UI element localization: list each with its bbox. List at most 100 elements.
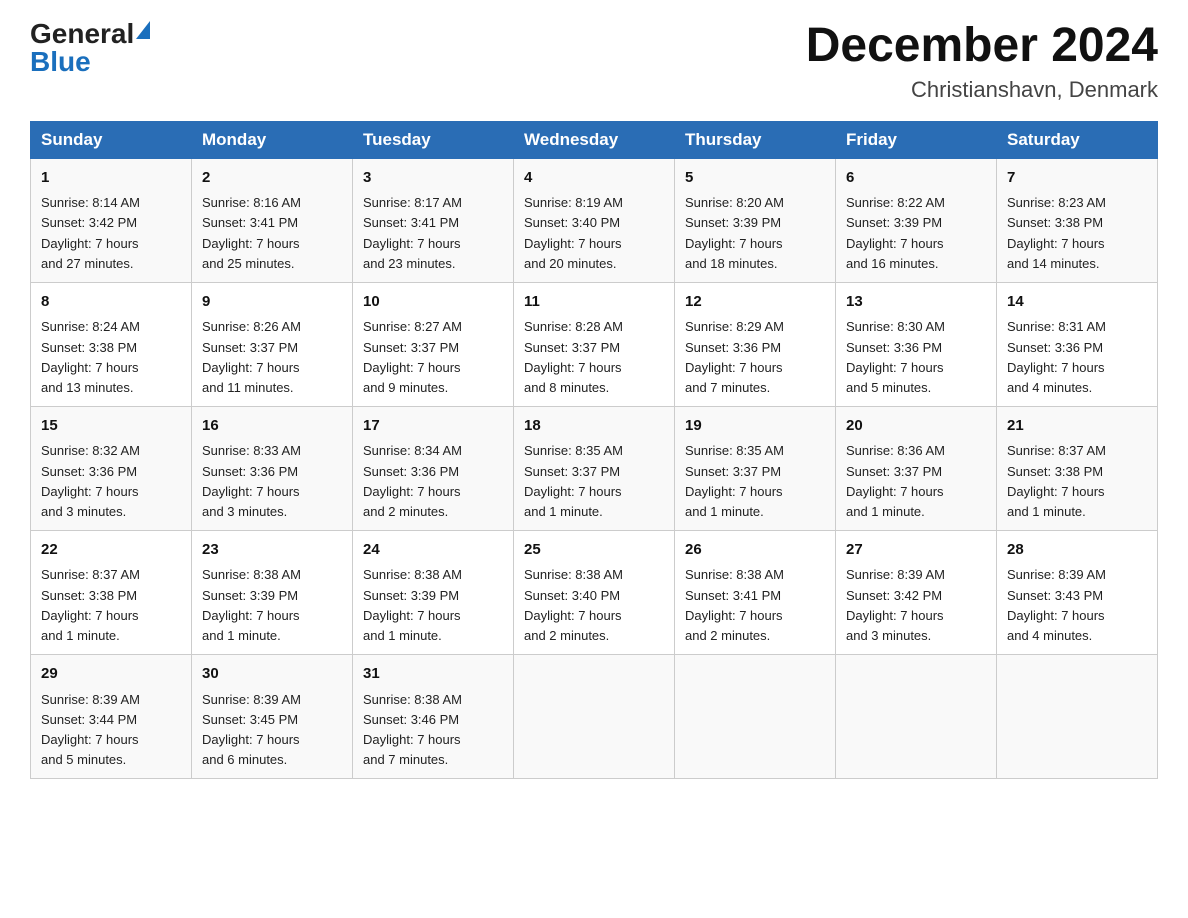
calendar-cell: 30Sunrise: 8:39 AMSunset: 3:45 PMDayligh…: [192, 655, 353, 779]
day-number: 10: [363, 291, 503, 314]
day-info: Sunrise: 8:31 AMSunset: 3:36 PMDaylight:…: [1007, 317, 1147, 398]
day-number: 17: [363, 415, 503, 438]
month-title: December 2024: [806, 20, 1158, 73]
calendar-cell: 25 Sunrise: 8:38 AMSunset: 3:40 PMDayligh…: [514, 530, 675, 654]
day-info: Sunrise: 8:38 AMSunset: 3:40 PMDaylight:…: [524, 565, 664, 646]
calendar-cell: 19 Sunrise: 8:35 AMSunset: 3:37 PMDayligh…: [675, 406, 836, 530]
day-info: Sunrise: 8:37 AMSunset: 3:38 PMDaylight:…: [1007, 441, 1147, 522]
calendar-week-row: 15Sunrise: 8:32 AMSunset: 3:36 PMDayligh…: [31, 406, 1158, 530]
day-info: Sunrise: 8:29 AMSunset: 3:36 PMDaylight:…: [685, 317, 825, 398]
day-number: 6: [846, 167, 986, 190]
day-info: Sunrise: 8:19 AMSunset: 3:40 PMDaylight:…: [524, 193, 664, 274]
calendar-cell: [836, 655, 997, 779]
day-number: 12: [685, 291, 825, 314]
day-info: Sunrise: 8:39 AMSunset: 3:44 PMDaylight:…: [41, 690, 181, 771]
calendar-cell: 10 Sunrise: 8:27 AMSunset: 3:37 PMDayligh…: [353, 282, 514, 406]
day-number: 19: [685, 415, 825, 438]
calendar-week-row: 8 Sunrise: 8:24 AMSunset: 3:38 PMDaylight…: [31, 282, 1158, 406]
calendar-cell: 26Sunrise: 8:38 AMSunset: 3:41 PMDayligh…: [675, 530, 836, 654]
day-number: 24: [363, 539, 503, 562]
calendar-header-thursday: Thursday: [675, 121, 836, 158]
calendar-cell: 9 Sunrise: 8:26 AMSunset: 3:37 PMDaylight…: [192, 282, 353, 406]
day-number: 1: [41, 167, 181, 190]
day-number: 2: [202, 167, 342, 190]
calendar-cell: 6Sunrise: 8:22 AMSunset: 3:39 PMDaylight…: [836, 158, 997, 282]
calendar-cell: 23Sunrise: 8:38 AMSunset: 3:39 PMDayligh…: [192, 530, 353, 654]
day-number: 16: [202, 415, 342, 438]
day-info: Sunrise: 8:39 AMSunset: 3:45 PMDaylight:…: [202, 690, 342, 771]
logo-general: General: [30, 20, 134, 48]
day-info: Sunrise: 8:24 AMSunset: 3:38 PMDaylight:…: [41, 317, 181, 398]
day-number: 21: [1007, 415, 1147, 438]
calendar-cell: 28 Sunrise: 8:39 AMSunset: 3:43 PMDayligh…: [997, 530, 1158, 654]
day-info: Sunrise: 8:36 AMSunset: 3:37 PMDaylight:…: [846, 441, 986, 522]
day-info: Sunrise: 8:16 AMSunset: 3:41 PMDaylight:…: [202, 193, 342, 274]
calendar-cell: 4 Sunrise: 8:19 AMSunset: 3:40 PMDaylight…: [514, 158, 675, 282]
calendar-cell: 31Sunrise: 8:38 AMSunset: 3:46 PMDayligh…: [353, 655, 514, 779]
calendar-header-saturday: Saturday: [997, 121, 1158, 158]
calendar-week-row: 29 Sunrise: 8:39 AMSunset: 3:44 PMDayligh…: [31, 655, 1158, 779]
calendar-cell: 27 Sunrise: 8:39 AMSunset: 3:42 PMDayligh…: [836, 530, 997, 654]
day-info: Sunrise: 8:26 AMSunset: 3:37 PMDaylight:…: [202, 317, 342, 398]
calendar-cell: [997, 655, 1158, 779]
day-number: 8: [41, 291, 181, 314]
day-info: Sunrise: 8:37 AMSunset: 3:38 PMDaylight:…: [41, 565, 181, 646]
day-number: 20: [846, 415, 986, 438]
calendar-cell: 5Sunrise: 8:20 AMSunset: 3:39 PMDaylight…: [675, 158, 836, 282]
calendar-cell: 3 Sunrise: 8:17 AMSunset: 3:41 PMDaylight…: [353, 158, 514, 282]
calendar-cell: 11 Sunrise: 8:28 AMSunset: 3:37 PMDayligh…: [514, 282, 675, 406]
logo: General Blue: [30, 20, 150, 76]
calendar-header-sunday: Sunday: [31, 121, 192, 158]
calendar-cell: 13Sunrise: 8:30 AMSunset: 3:36 PMDayligh…: [836, 282, 997, 406]
calendar-cell: 12 Sunrise: 8:29 AMSunset: 3:36 PMDayligh…: [675, 282, 836, 406]
day-number: 14: [1007, 291, 1147, 314]
calendar-header-tuesday: Tuesday: [353, 121, 514, 158]
day-info: Sunrise: 8:39 AMSunset: 3:42 PMDaylight:…: [846, 565, 986, 646]
day-number: 28: [1007, 539, 1147, 562]
title-block: December 2024 Christianshavn, Denmark: [806, 20, 1158, 103]
location-title: Christianshavn, Denmark: [806, 77, 1158, 103]
calendar-cell: 2 Sunrise: 8:16 AMSunset: 3:41 PMDaylight…: [192, 158, 353, 282]
calendar-week-row: 22Sunrise: 8:37 AMSunset: 3:38 PMDayligh…: [31, 530, 1158, 654]
day-number: 29: [41, 663, 181, 686]
logo-arrow-icon: [136, 21, 150, 39]
calendar-cell: 17 Sunrise: 8:34 AMSunset: 3:36 PMDayligh…: [353, 406, 514, 530]
day-info: Sunrise: 8:34 AMSunset: 3:36 PMDaylight:…: [363, 441, 503, 522]
calendar-header-monday: Monday: [192, 121, 353, 158]
calendar-header-row: SundayMondayTuesdayWednesdayThursdayFrid…: [31, 121, 1158, 158]
calendar-header-friday: Friday: [836, 121, 997, 158]
day-info: Sunrise: 8:38 AMSunset: 3:46 PMDaylight:…: [363, 690, 503, 771]
calendar-cell: 22Sunrise: 8:37 AMSunset: 3:38 PMDayligh…: [31, 530, 192, 654]
day-number: 7: [1007, 167, 1147, 190]
calendar-table: SundayMondayTuesdayWednesdayThursdayFrid…: [30, 121, 1158, 779]
calendar-cell: 15Sunrise: 8:32 AMSunset: 3:36 PMDayligh…: [31, 406, 192, 530]
calendar-cell: [675, 655, 836, 779]
day-info: Sunrise: 8:27 AMSunset: 3:37 PMDaylight:…: [363, 317, 503, 398]
day-number: 18: [524, 415, 664, 438]
day-info: Sunrise: 8:17 AMSunset: 3:41 PMDaylight:…: [363, 193, 503, 274]
calendar-week-row: 1Sunrise: 8:14 AMSunset: 3:42 PMDaylight…: [31, 158, 1158, 282]
calendar-cell: 14 Sunrise: 8:31 AMSunset: 3:36 PMDayligh…: [997, 282, 1158, 406]
day-info: Sunrise: 8:38 AMSunset: 3:39 PMDaylight:…: [363, 565, 503, 646]
day-number: 4: [524, 167, 664, 190]
day-number: 13: [846, 291, 986, 314]
day-info: Sunrise: 8:39 AMSunset: 3:43 PMDaylight:…: [1007, 565, 1147, 646]
calendar-cell: 1Sunrise: 8:14 AMSunset: 3:42 PMDaylight…: [31, 158, 192, 282]
day-info: Sunrise: 8:35 AMSunset: 3:37 PMDaylight:…: [685, 441, 825, 522]
day-number: 3: [363, 167, 503, 190]
day-info: Sunrise: 8:28 AMSunset: 3:37 PMDaylight:…: [524, 317, 664, 398]
calendar-cell: 8 Sunrise: 8:24 AMSunset: 3:38 PMDaylight…: [31, 282, 192, 406]
calendar-cell: 16 Sunrise: 8:33 AMSunset: 3:36 PMDayligh…: [192, 406, 353, 530]
day-number: 25: [524, 539, 664, 562]
calendar-cell: 29 Sunrise: 8:39 AMSunset: 3:44 PMDayligh…: [31, 655, 192, 779]
calendar-header-wednesday: Wednesday: [514, 121, 675, 158]
day-number: 27: [846, 539, 986, 562]
calendar-cell: 24 Sunrise: 8:38 AMSunset: 3:39 PMDayligh…: [353, 530, 514, 654]
day-info: Sunrise: 8:20 AMSunset: 3:39 PMDaylight:…: [685, 193, 825, 274]
day-info: Sunrise: 8:33 AMSunset: 3:36 PMDaylight:…: [202, 441, 342, 522]
day-number: 9: [202, 291, 342, 314]
day-number: 15: [41, 415, 181, 438]
day-number: 11: [524, 291, 664, 314]
day-info: Sunrise: 8:38 AMSunset: 3:41 PMDaylight:…: [685, 565, 825, 646]
day-number: 23: [202, 539, 342, 562]
